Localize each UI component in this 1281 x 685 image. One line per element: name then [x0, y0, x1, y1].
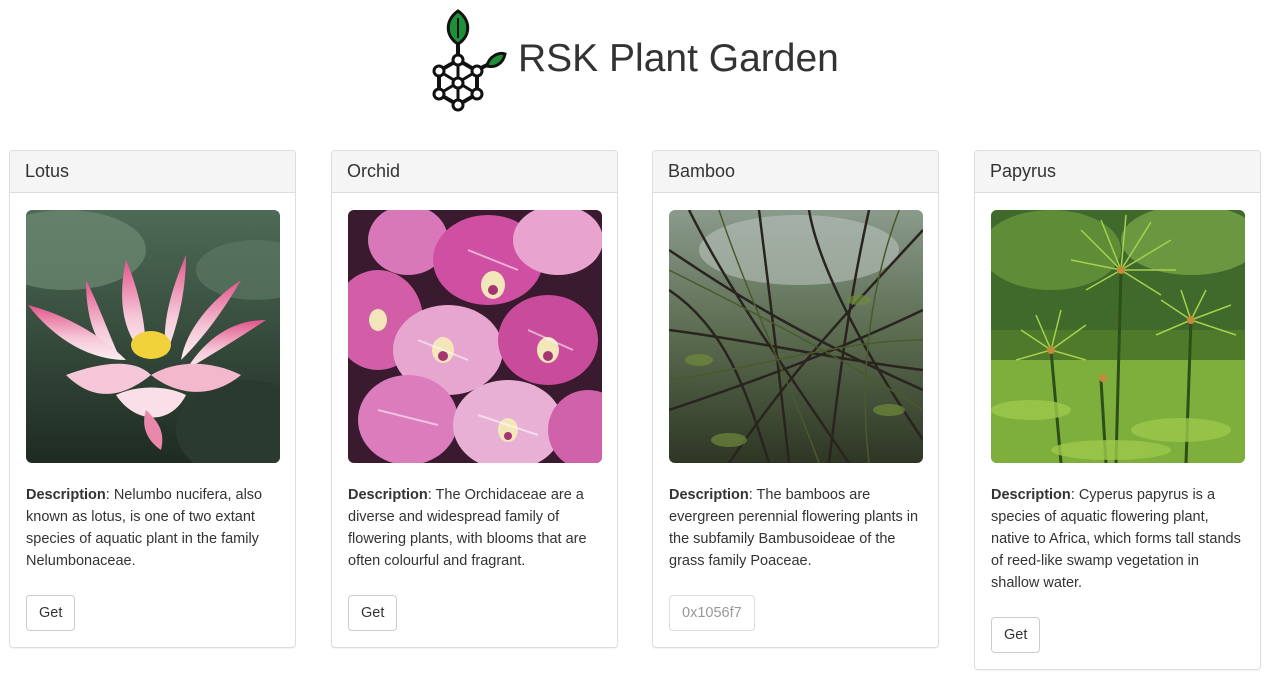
get-plant-button[interactable]: Get [991, 617, 1041, 653]
owner-address-button: 0x1056f7 [669, 595, 755, 631]
plant-description: Description: The Orchidaceae are a diver… [348, 484, 601, 572]
plant-network-logo-icon [425, 8, 509, 116]
orchid-photo [348, 210, 602, 463]
papyrus-photo [991, 210, 1245, 463]
description-label: Description [26, 487, 106, 503]
get-plant-button[interactable]: Get [348, 595, 398, 631]
plant-card-title: Orchid [332, 151, 617, 193]
plant-card-bamboo: Bamboo Description: The bamboos are ever… [652, 150, 939, 648]
plant-card-title: Papyrus [975, 151, 1260, 193]
page-header: RSK Plant Garden [0, 0, 1281, 125]
plant-description: Description: Cyperus papyrus is a specie… [991, 484, 1244, 594]
lotus-photo [26, 210, 280, 463]
plant-card-papyrus: Papyrus Description: Cyperus papyrus is … [974, 150, 1261, 670]
site-title: RSK Plant Garden [518, 37, 839, 80]
bamboo-photo [669, 210, 923, 463]
plant-description: Description: The bamboos are evergreen p… [669, 484, 922, 572]
plant-description: Description: Nelumbo nucifera, also know… [26, 484, 279, 572]
plant-card-title: Bamboo [653, 151, 938, 193]
plant-card-lotus: Lotus Description: Nelumbo nucifera, als… [9, 150, 296, 648]
description-label: Description [348, 487, 428, 503]
plant-card-title: Lotus [10, 151, 295, 193]
description-label: Description [669, 487, 749, 503]
description-label: Description [991, 487, 1071, 503]
plant-card-orchid: Orchid Description: The Orchidaceae are … [331, 150, 618, 648]
get-plant-button[interactable]: Get [26, 595, 76, 631]
